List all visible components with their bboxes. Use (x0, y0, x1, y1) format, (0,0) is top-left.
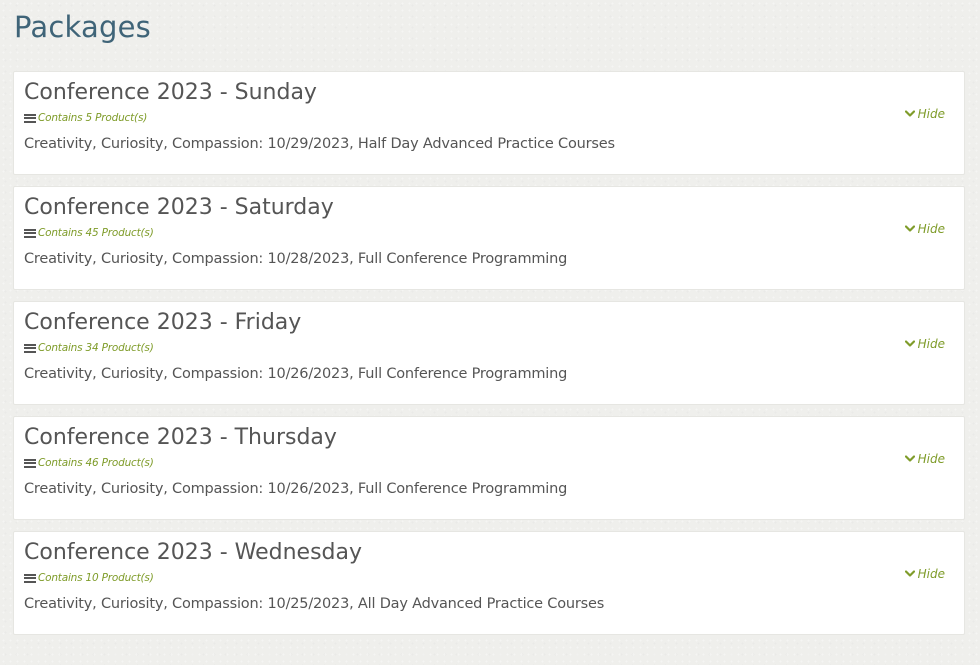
chevron-down-icon (904, 455, 915, 462)
chevron-down-icon (904, 570, 915, 577)
package-list: Conference 2023 - Sunday Contains 5 Prod… (13, 71, 965, 646)
hide-toggle-label: Hide (917, 222, 945, 236)
package-card: Conference 2023 - Wednesday Contains 10 … (13, 531, 965, 635)
list-icon (24, 113, 36, 123)
chevron-down-icon (904, 110, 915, 117)
package-description: Creativity, Curiosity, Compassion: 10/26… (24, 481, 568, 497)
package-title[interactable]: Conference 2023 - Sunday (24, 80, 317, 105)
product-count: Contains 45 Product(s) (24, 227, 154, 239)
list-icon (24, 573, 36, 583)
list-icon (24, 343, 36, 353)
list-icon (24, 458, 36, 468)
product-count: Contains 46 Product(s) (24, 457, 154, 469)
hide-toggle[interactable]: Hide (904, 337, 945, 351)
package-description: Creativity, Curiosity, Compassion: 10/25… (24, 596, 605, 612)
hide-toggle[interactable]: Hide (904, 222, 945, 236)
package-card: Conference 2023 - Sunday Contains 5 Prod… (13, 71, 965, 175)
product-count-text: Contains 34 Product(s) (38, 342, 154, 354)
hide-toggle-label: Hide (917, 337, 945, 351)
package-title[interactable]: Conference 2023 - Saturday (24, 195, 334, 220)
package-title[interactable]: Conference 2023 - Friday (24, 310, 301, 335)
hide-toggle[interactable]: Hide (904, 452, 945, 466)
product-count-text: Contains 45 Product(s) (38, 227, 154, 239)
chevron-down-icon (904, 225, 915, 232)
product-count-text: Contains 46 Product(s) (38, 457, 154, 469)
hide-toggle-label: Hide (917, 567, 945, 581)
product-count-text: Contains 10 Product(s) (38, 572, 154, 584)
package-card: Conference 2023 - Saturday Contains 45 P… (13, 186, 965, 290)
package-description: Creativity, Curiosity, Compassion: 10/26… (24, 366, 568, 382)
package-description: Creativity, Curiosity, Compassion: 10/29… (24, 136, 615, 152)
package-title[interactable]: Conference 2023 - Thursday (24, 425, 337, 450)
hide-toggle-label: Hide (917, 107, 945, 121)
list-icon (24, 228, 36, 238)
hide-toggle[interactable]: Hide (904, 567, 945, 581)
product-count: Contains 10 Product(s) (24, 572, 154, 584)
hide-toggle[interactable]: Hide (904, 107, 945, 121)
chevron-down-icon (904, 340, 915, 347)
product-count: Contains 34 Product(s) (24, 342, 154, 354)
package-description: Creativity, Curiosity, Compassion: 10/28… (24, 251, 568, 267)
product-count: Contains 5 Product(s) (24, 112, 147, 124)
package-card: Conference 2023 - Friday Contains 34 Pro… (13, 301, 965, 405)
hide-toggle-label: Hide (917, 452, 945, 466)
product-count-text: Contains 5 Product(s) (38, 112, 148, 124)
page-title: Packages (14, 10, 151, 44)
package-title[interactable]: Conference 2023 - Wednesday (24, 540, 362, 565)
package-card: Conference 2023 - Thursday Contains 46 P… (13, 416, 965, 520)
